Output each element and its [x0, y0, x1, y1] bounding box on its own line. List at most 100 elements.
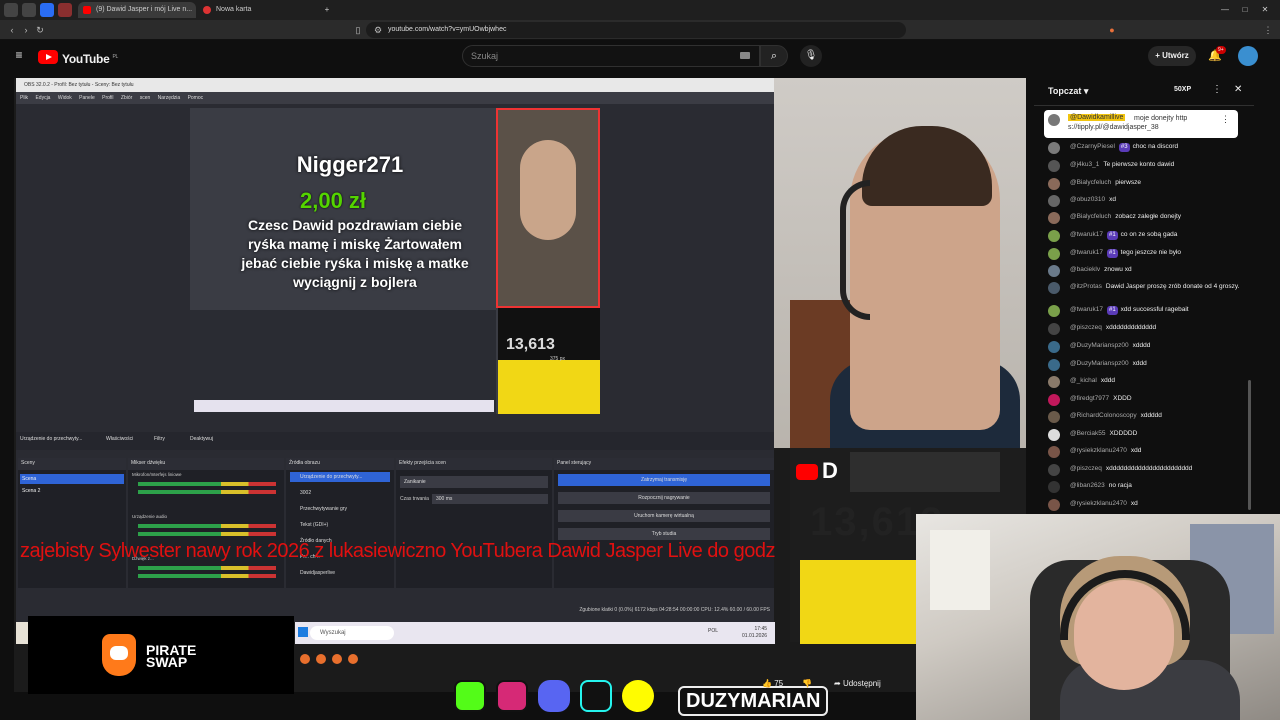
panel-title: Efekty przejścia scen [399, 460, 446, 466]
duration-input[interactable]: 300 ms [432, 494, 548, 504]
obs-properties-button[interactable]: Właściwości [106, 436, 133, 442]
source-item[interactable]: Przechwytywanie gry [290, 504, 390, 514]
chat-message-body: @firedgt7977 XDDD [1048, 394, 1244, 403]
tab-pinned-3[interactable] [40, 3, 54, 17]
chat-message[interactable]: @bacieklv znowu xd [1048, 265, 1244, 277]
chat-message[interactable]: @piszczeq xddddddddddddddddddddddd [1048, 464, 1244, 476]
kick-icon [454, 680, 486, 712]
source-item[interactable]: Tekst (GDI+) [290, 520, 390, 530]
chat-message[interactable]: @RichardColonoscopy xddddd [1048, 411, 1244, 423]
chat-message[interactable]: @piszczeq xddddddddddddd [1048, 323, 1244, 335]
chat-message[interactable]: @twaruk17 #1 tego jeszcze nie było [1048, 248, 1244, 260]
source-item[interactable]: 3002 [290, 488, 390, 498]
chat-message[interactable]: @Bialycfeluch zobacz zaległe donejty [1048, 212, 1244, 224]
camera-person [520, 140, 576, 240]
chat-more-icon[interactable]: ⋮ [1212, 84, 1222, 95]
stop-streaming-button[interactable]: Zatrzymaj transmisję [558, 474, 770, 486]
tab-youtube[interactable]: (9) Dawid Jasper i mój Live n... [78, 2, 196, 18]
start-recording-button[interactable]: Rozpocznij nagrywanie [558, 492, 770, 504]
source-item[interactable]: Urządzenie do przechwyty... [290, 472, 390, 482]
xp-badge[interactable]: 50XP [1174, 86, 1191, 93]
obs-nested-preview [190, 310, 496, 414]
tab-new[interactable]: Nowa karta [198, 2, 310, 18]
chat-rank-badge: #1 [1106, 231, 1118, 240]
pinned-message[interactable]: @Dawidkamillive moje donejty http s://ti… [1044, 110, 1238, 138]
chat-text: Te pierwsze konto dawid [1103, 161, 1175, 168]
chat-message[interactable]: @obuz0310 xd [1048, 195, 1244, 207]
audio-meter[interactable] [138, 532, 276, 536]
create-button[interactable]: + Utwórz [1148, 46, 1196, 66]
tab-pinned-1[interactable] [4, 3, 18, 17]
keyboard-icon[interactable] [740, 52, 750, 59]
chat-message[interactable]: @firedgt7977 XDDD [1048, 394, 1244, 406]
new-tab-button[interactable]: + [320, 3, 334, 17]
menu-icon[interactable]: ≡ [12, 48, 26, 62]
donation-message: Czesc Dawid pozdrawiam ciebie ryśka mamę… [241, 217, 469, 290]
chat-message[interactable]: @liban2623 no racja [1048, 481, 1244, 493]
chat-message[interactable]: @twaruk17 #1 co on ze sobą gada [1048, 230, 1244, 242]
chat-message-body: @piszczeq xddddddddddddd [1048, 323, 1244, 332]
avatar [1048, 446, 1060, 458]
chat-message[interactable]: @rysiekzklanu2470 xdd [1048, 446, 1244, 458]
obs-deactivate-button[interactable]: Deaktywuj [190, 436, 213, 442]
url-field[interactable]: youtube.com/watch?v=ymUOwbjwhec [366, 22, 906, 38]
chat-rank-badge: #1 [1106, 306, 1118, 315]
scene-item[interactable]: Scena [20, 474, 124, 484]
avatar [1048, 499, 1060, 511]
tab-pinned-2[interactable] [22, 3, 36, 17]
audio-meter[interactable] [138, 574, 276, 578]
chat-message[interactable]: @itzProtas Dawid Jasper proszę zrób donat… [1048, 282, 1244, 294]
forward-icon[interactable]: › [20, 24, 32, 36]
chat-message[interactable]: @CzarnyPiesel #3 choc na discord [1048, 142, 1244, 154]
scene-item[interactable]: Scena 2 [20, 486, 124, 496]
close-window-button[interactable]: ✕ [1258, 3, 1272, 17]
tab-label: Nowa karta [216, 6, 252, 13]
maximize-button[interactable]: □ [1238, 3, 1252, 17]
chat-message[interactable]: @_kichal xddd [1048, 376, 1244, 388]
transition-select[interactable]: Zanikanie [400, 476, 548, 488]
extension-icon[interactable]: ● [1106, 24, 1118, 36]
back-icon[interactable]: ‹ [6, 24, 18, 36]
mic-button[interactable]: 🎙 [800, 45, 822, 67]
bookmark-icon[interactable]: ▯ [352, 24, 364, 36]
logo-text: YouTube [62, 52, 110, 66]
chat-message[interactable]: @rysiekzklanu2470 xd [1048, 499, 1244, 511]
chat-message[interactable]: @DuzyMarianspz00 xdddd [1048, 341, 1244, 353]
tab-pinned-4[interactable] [58, 3, 72, 17]
dislike-icon[interactable]: 👎 [802, 674, 812, 694]
chat-author: @piszczeq [1070, 324, 1102, 331]
like-icon: 👍 [762, 679, 772, 688]
chat-message[interactable]: @DuzyMarianspz00 xddd [1048, 359, 1244, 371]
chat-message[interactable]: @twaruk17 #1 xdd successful ragebait [1048, 305, 1244, 317]
avatar [1048, 142, 1060, 154]
avatar [1048, 195, 1060, 207]
more-icon[interactable]: ⋮ [1262, 24, 1274, 36]
chat-mode-dropdown[interactable]: Topczat ▾ [1048, 86, 1088, 97]
share-button[interactable]: ➦ Udostępnij [834, 674, 881, 694]
like-button[interactable]: 👍 75 [762, 674, 783, 694]
obs-filters-button[interactable]: Filtry [154, 436, 165, 442]
youtube-logo[interactable]: YouTube PL [38, 49, 118, 66]
studio-mode-button[interactable]: Tryb studia [558, 528, 770, 540]
chat-message[interactable]: @Bialycfeluch pierwsze [1048, 178, 1244, 190]
chat-author: @twaruk17 [1070, 249, 1103, 256]
chat-text: XDDDDD [1109, 430, 1138, 437]
chat-message[interactable]: @Berciak55 XDDDDD [1048, 429, 1244, 441]
more-icon[interactable]: ⋮ [1221, 114, 1230, 125]
avatar [1048, 305, 1060, 317]
virtual-camera-button[interactable]: Uruchom kamerę wirtualną [558, 510, 770, 522]
source-item[interactable]: Dawidjasperlive [290, 568, 390, 578]
minimize-button[interactable]: — [1218, 3, 1232, 17]
site-info-icon[interactable]: ⚙ [372, 24, 384, 36]
avatar-icon[interactable] [1238, 46, 1258, 66]
chat-message[interactable]: @j4ku3_1 Te pierwsze konto dawid [1048, 160, 1244, 172]
avatar [1048, 394, 1060, 406]
reload-icon[interactable]: ↻ [34, 24, 46, 36]
chat-scrollbar[interactable] [1248, 380, 1251, 510]
close-icon[interactable]: ✕ [1234, 84, 1242, 95]
obs-toolbar-device[interactable]: Urządzenie do przechwyty... [20, 436, 82, 442]
search-button[interactable]: ⌕ [760, 45, 788, 67]
search-input[interactable]: Szukaj [462, 45, 760, 67]
audio-meter[interactable] [138, 490, 276, 494]
youtube-play-icon [38, 50, 58, 64]
